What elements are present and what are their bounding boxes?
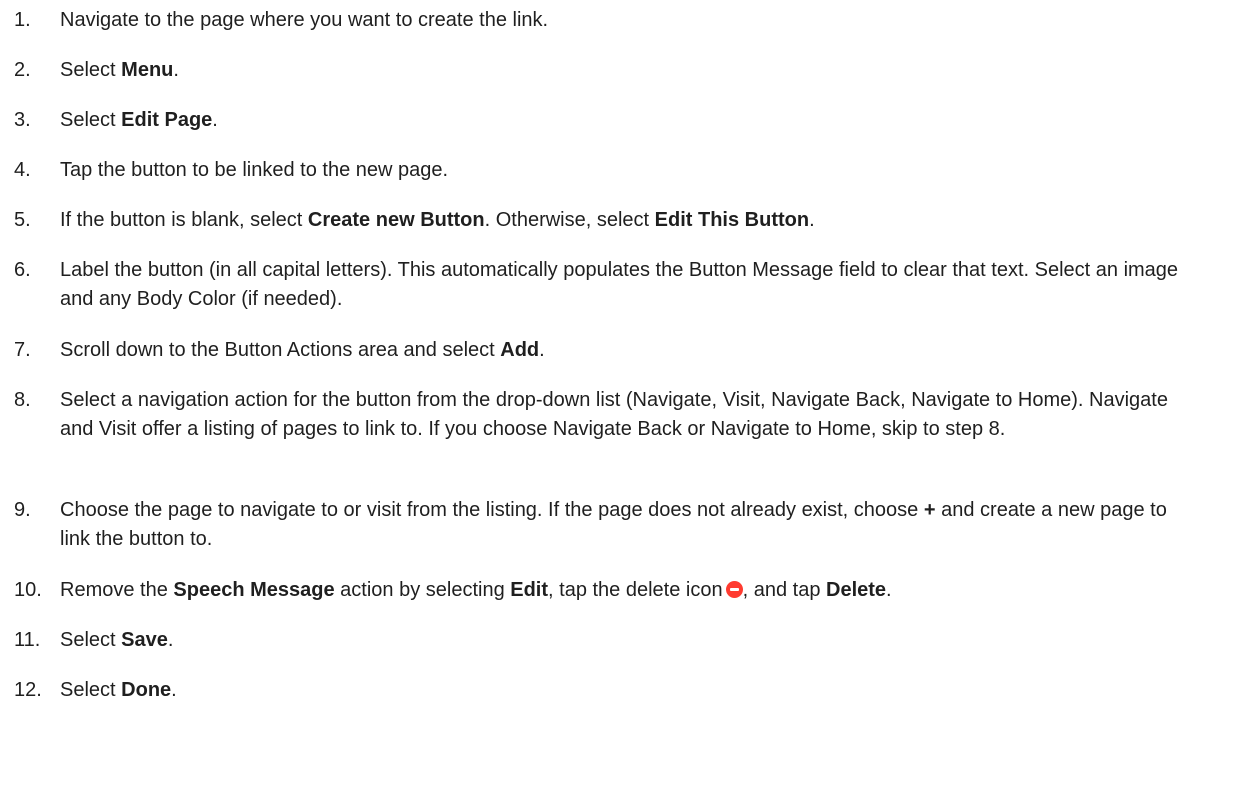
text-segment: Tap the button to be linked to the new p…	[60, 159, 449, 181]
text-segment: .	[539, 339, 545, 361]
delete-icon	[725, 581, 743, 598]
emphasis-text: Save	[121, 629, 168, 651]
text-segment: Choose the page to navigate to or visit …	[60, 499, 924, 521]
text-segment: Remove the	[60, 579, 174, 601]
step-text: Select Save.	[60, 626, 1190, 655]
step-number: 6.	[14, 259, 31, 281]
text-segment: .	[171, 679, 177, 701]
text-segment: .	[167, 629, 174, 651]
text-segment: Select	[60, 109, 122, 131]
text-segment: Select	[60, 679, 122, 701]
step-text: Tap the button to be linked to the new p…	[60, 156, 1190, 185]
step-number: 5.	[14, 209, 31, 231]
text-segment: .	[212, 109, 218, 131]
emphasis-text: Edit Page	[121, 109, 213, 131]
emphasis-text: Add	[500, 339, 540, 361]
step-text: Select Edit Page.	[60, 106, 1190, 135]
step-text: Select a navigation action for the butto…	[60, 386, 1190, 444]
step-number: 2.	[14, 59, 31, 81]
text-segment: Label the button (in all capital letters…	[60, 259, 1179, 310]
text-segment: .	[809, 209, 815, 231]
emphasis-text: Edit	[510, 579, 549, 601]
emphasis-text: +	[923, 499, 936, 521]
step-text: Navigate to the page where you want to c…	[60, 6, 1190, 35]
step-text: Select Done.	[60, 676, 1190, 705]
text-segment: .	[886, 579, 892, 601]
step-number: 9.	[14, 499, 31, 521]
emphasis-text: Create new Button	[307, 209, 485, 231]
text-segment: , tap the delete icon	[548, 579, 723, 601]
emphasis-text: Delete	[826, 579, 887, 601]
instruction-document: 1. Navigate to the page where you want to…	[0, 0, 1248, 805]
step-text: Remove the Speech Message action by sele…	[60, 576, 1190, 605]
step-text: Select Menu.	[60, 56, 1190, 85]
text-segment: Navigate to the page where you want to c…	[60, 9, 549, 31]
text-segment: . Otherwise, select	[484, 209, 655, 231]
emphasis-text: Speech Message	[173, 579, 335, 601]
step-text: Choose the page to navigate to or visit …	[60, 496, 1190, 554]
text-segment: Select a navigation action for the butto…	[60, 389, 1168, 440]
text-segment: Select	[60, 59, 122, 81]
step-number: 3.	[14, 109, 31, 131]
step-number: 10.	[14, 579, 42, 601]
text-segment: .	[173, 59, 179, 81]
step-number: 12.	[14, 679, 42, 701]
emphasis-text: Menu	[121, 59, 174, 81]
step-text: Label the button (in all capital letters…	[60, 256, 1190, 314]
text-segment: Select	[60, 629, 122, 651]
text-segment: If the button is blank, select	[60, 209, 308, 231]
step-text: Scroll down to the Button Actions area a…	[60, 336, 1190, 365]
emphasis-text: Edit This Button	[654, 209, 810, 231]
text-segment: , and tap	[742, 579, 827, 601]
text-segment: action by selecting	[334, 579, 511, 601]
step-number: 8.	[14, 389, 31, 411]
step-number: 4.	[14, 159, 31, 181]
step-number: 7.	[14, 339, 31, 361]
step-number: 11.	[14, 629, 41, 651]
step-number: 1.	[14, 9, 31, 31]
text-segment: Scroll down to the Button Actions area a…	[60, 339, 501, 361]
emphasis-text: Done	[121, 679, 172, 701]
step-text: If the button is blank, select Create ne…	[60, 206, 1190, 235]
